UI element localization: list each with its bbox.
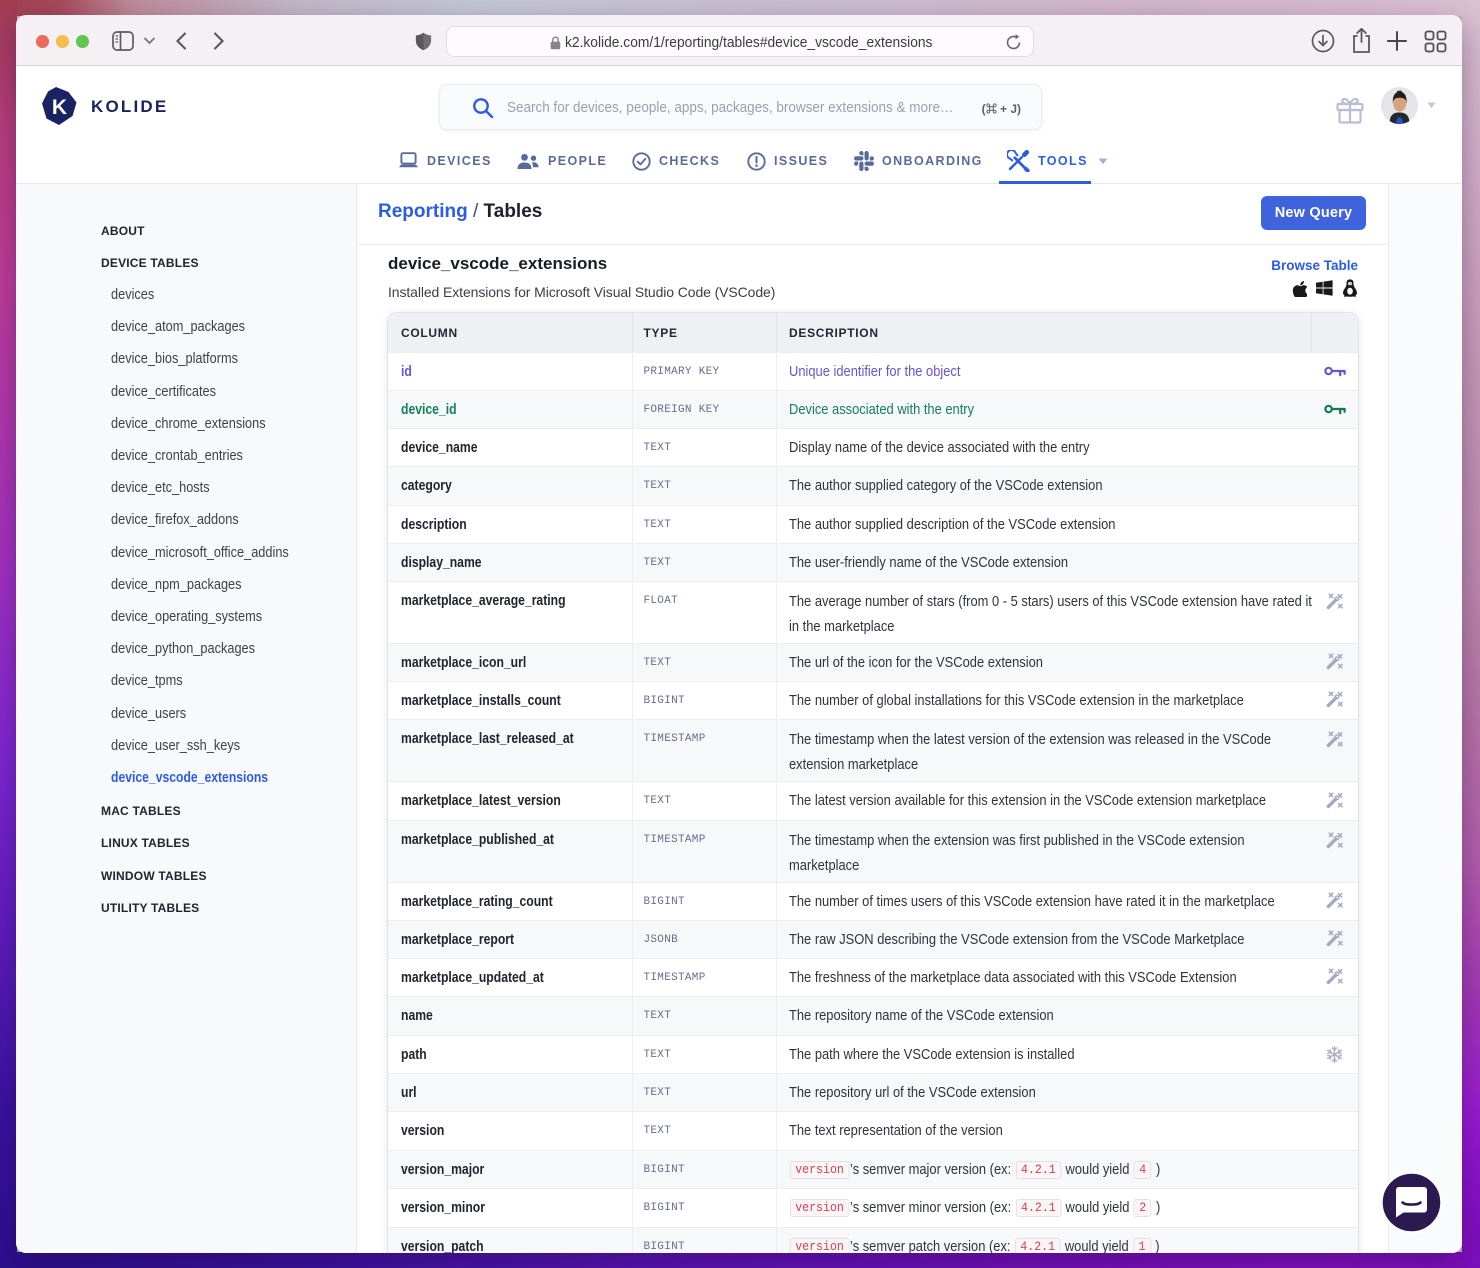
svg-text:K: K [52, 96, 67, 119]
